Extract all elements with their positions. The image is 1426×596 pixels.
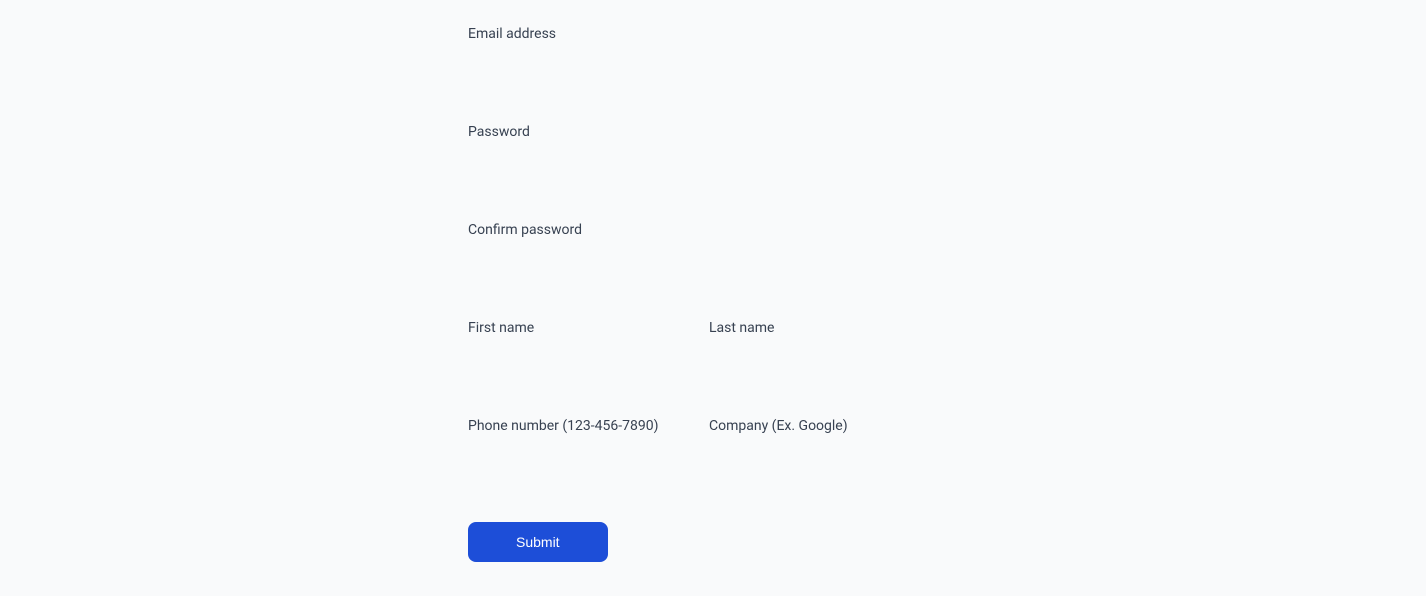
password-field[interactable] — [468, 150, 926, 190]
signup-form: Email address Password Confirm password … — [468, 0, 926, 562]
email-field[interactable] — [468, 52, 926, 92]
submit-button[interactable]: Submit — [468, 522, 608, 562]
email-label: Email address — [468, 24, 926, 44]
last-name-label: Last name — [709, 318, 926, 338]
email-group: Email address — [468, 24, 926, 92]
password-group: Password — [468, 122, 926, 190]
company-label: Company (Ex. Google) — [709, 416, 926, 436]
confirm-password-label: Confirm password — [468, 220, 926, 240]
company-group: Company (Ex. Google) — [709, 416, 926, 484]
confirm-password-field[interactable] — [468, 248, 926, 288]
password-label: Password — [468, 122, 926, 142]
company-field[interactable] — [709, 444, 926, 484]
contact-row: Phone number (123-456-7890) Company (Ex.… — [468, 416, 926, 484]
confirm-password-group: Confirm password — [468, 220, 926, 288]
phone-group: Phone number (123-456-7890) — [468, 416, 685, 484]
last-name-group: Last name — [709, 318, 926, 386]
first-name-group: First name — [468, 318, 685, 386]
first-name-field[interactable] — [468, 346, 685, 386]
phone-field[interactable] — [468, 444, 685, 484]
first-name-label: First name — [468, 318, 685, 338]
last-name-field[interactable] — [709, 346, 926, 386]
name-row: First name Last name — [468, 318, 926, 386]
phone-label: Phone number (123-456-7890) — [468, 416, 685, 436]
